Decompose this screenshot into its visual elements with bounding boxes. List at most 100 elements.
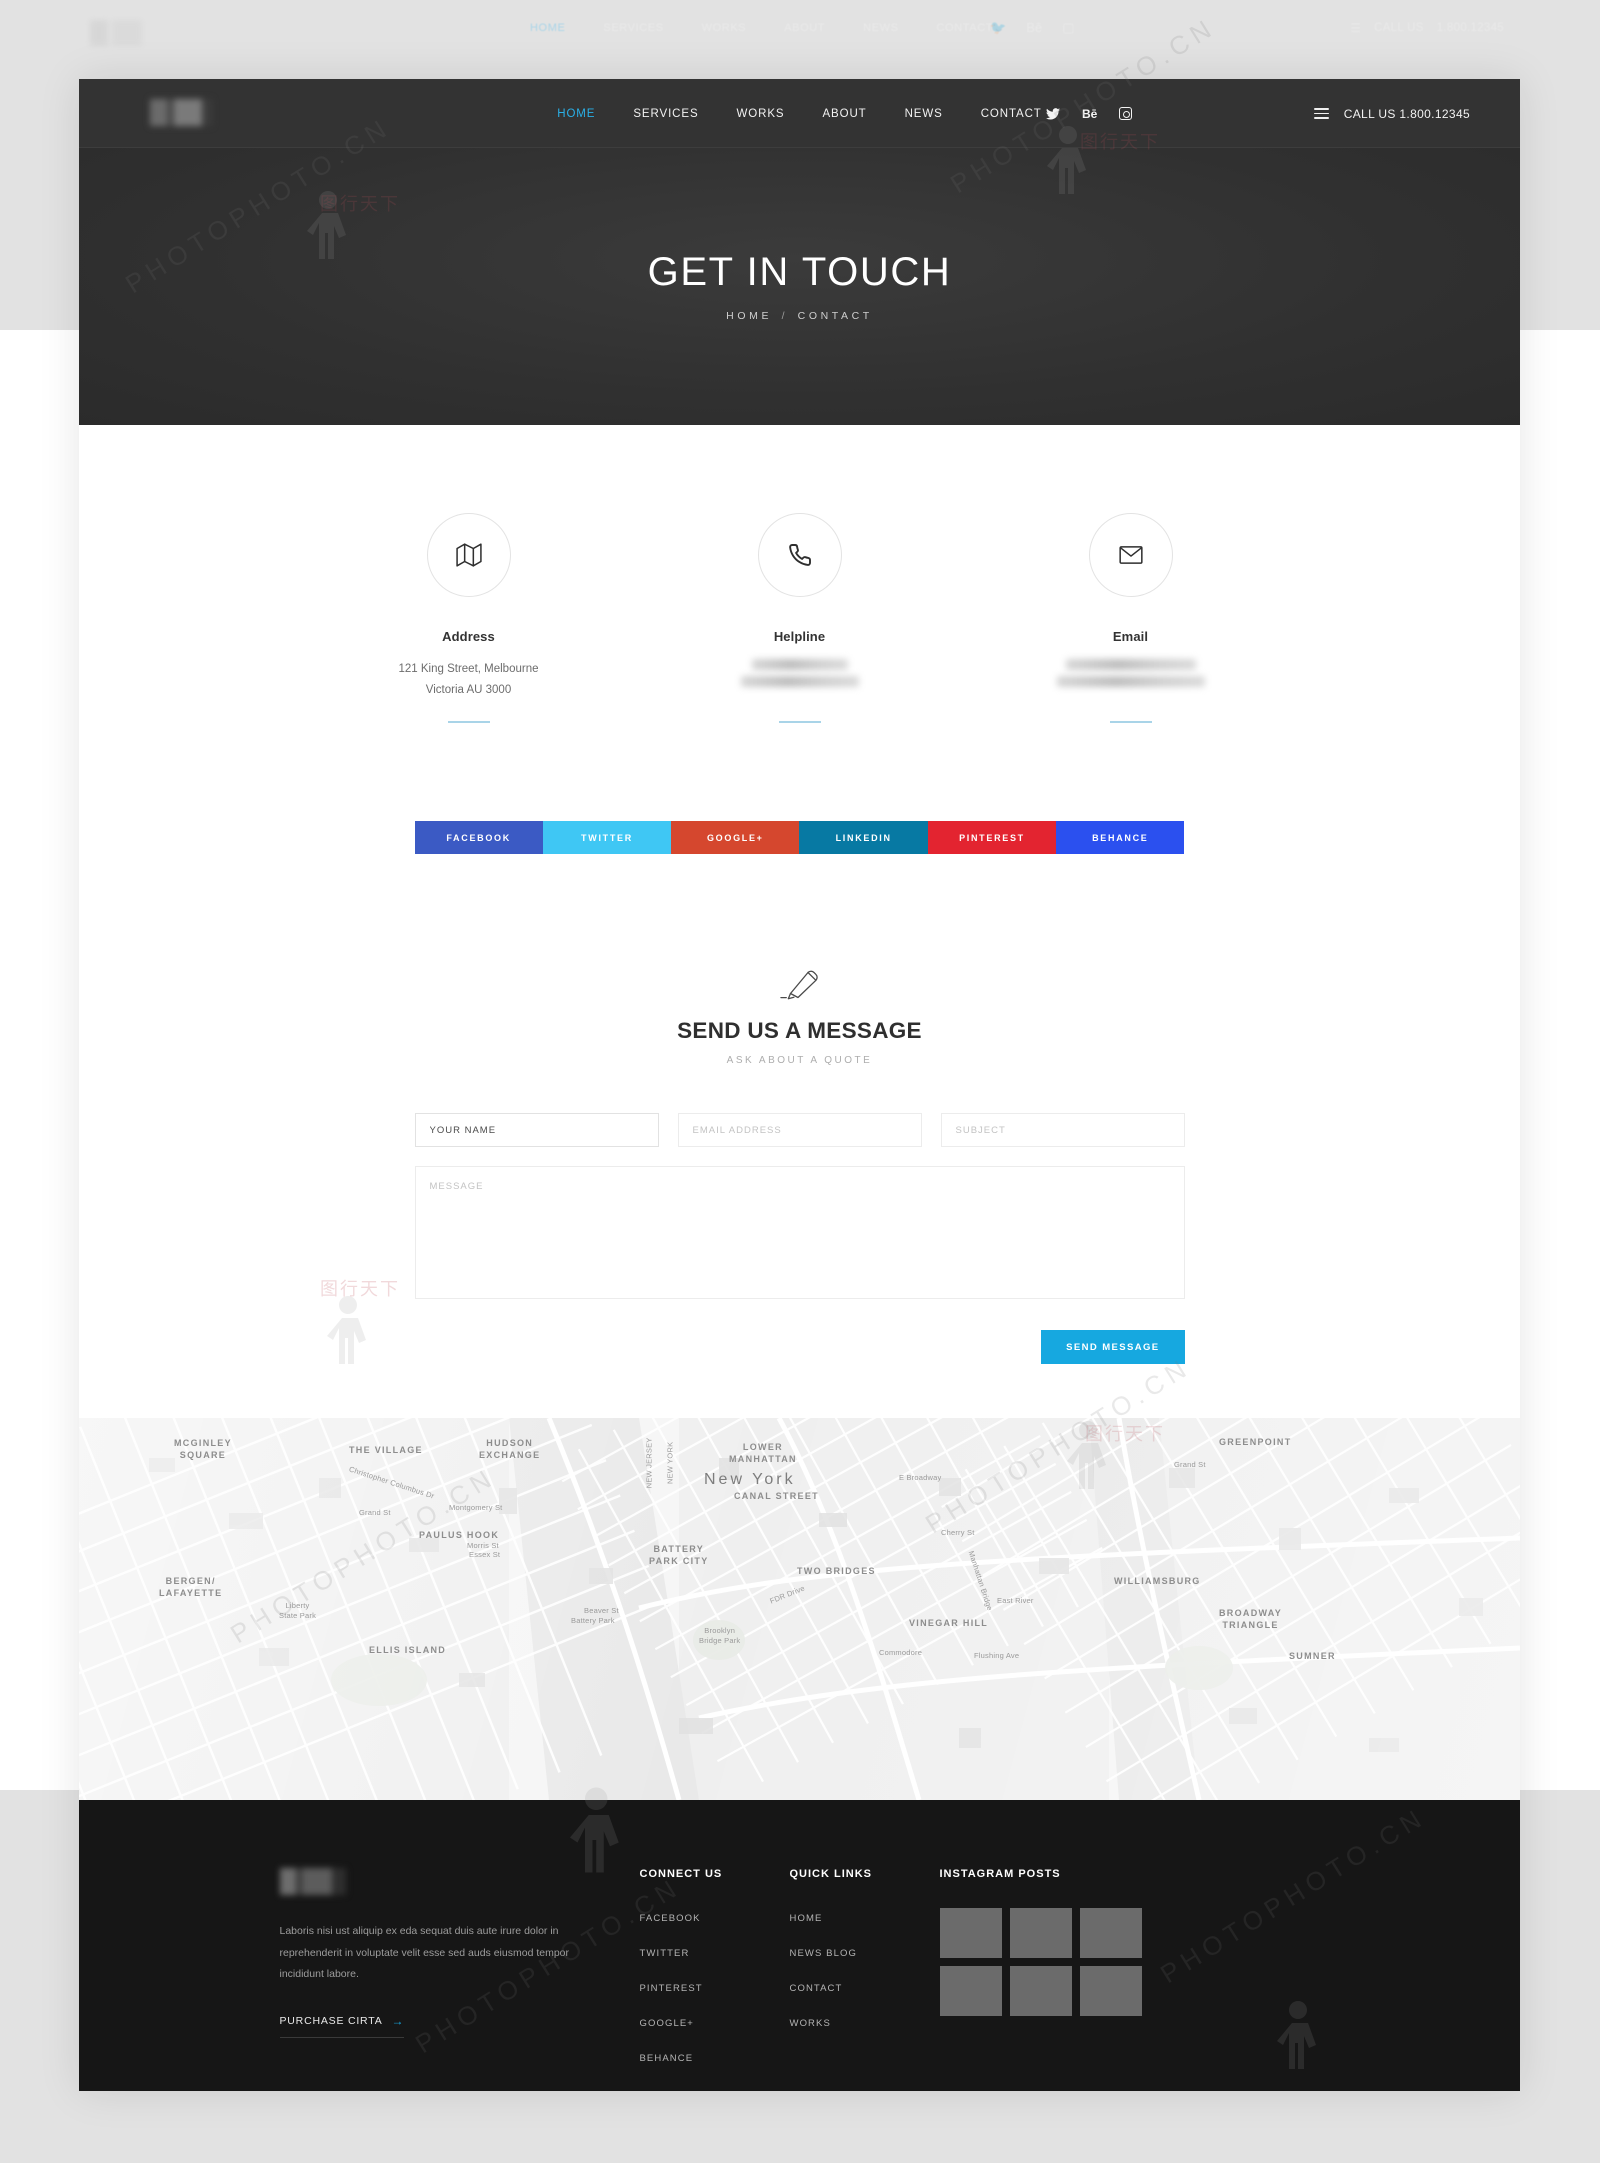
purchase-link[interactable]: PURCHASE CIRTA → [279,2014,405,2038]
list-item: GOOGLE+ [640,2013,790,2031]
map-label-brooklyn-bridge-park: Brooklyn Bridge Park [699,1626,741,1645]
card-underline [1109,721,1152,723]
site-header: HOME SERVICES WORKS ABOUT NEWS CONTACT B… [79,79,1520,148]
map-label-e-broadway: E Broadway [899,1473,942,1482]
footer-instagram-column: INSTAGRAM POSTS [939,1868,1200,2083]
map-label-williamsburg: WILLIAMSBURG [1114,1576,1201,1586]
section-title: SEND US A MESSAGE [677,1018,922,1043]
behance-icon[interactable]: Bē [1082,108,1097,120]
contact-cards: Address 121 King Street, Melbourne Victo… [79,513,1520,723]
contact-card-address: Address 121 King Street, Melbourne Victo… [369,513,569,723]
phone-icon [757,513,842,597]
map-label-battery-park-st: Battery Park [571,1616,615,1625]
footer-columns: Laboris nisi ust aliquip ex eda sequat d… [279,1868,1320,2083]
map-label-commodore: Commodore [879,1648,923,1657]
footer-link-facebook[interactable]: FACEBOOK [640,1913,701,1924]
nav-item-about[interactable]: ABOUT [803,108,885,120]
instagram-thumbnail[interactable] [1009,1908,1072,1958]
map-label-sumner: SUMNER [1289,1651,1336,1661]
map-label-battery-park: BATTERY PARK CITY [649,1544,709,1566]
name-input[interactable] [414,1113,659,1147]
social-button-googleplus[interactable]: GOOGLE+ [671,821,800,854]
footer-connect-list: FACEBOOK TWITTER PINTEREST GOOGLE+ BEHAN… [640,1908,790,2066]
contact-form: SEND MESSAGE [414,1113,1185,1364]
footer-link-behance[interactable]: BEHANCE [640,2053,694,2064]
list-item: WORKS [790,2013,940,2031]
breadcrumb-current: CONTACT [797,309,873,322]
send-message-button[interactable]: SEND MESSAGE [1041,1330,1185,1364]
footer-link-googleplus[interactable]: GOOGLE+ [640,2018,694,2029]
map-label-bergen: BERGEN/ LAFAYETTE [159,1576,223,1598]
footer-connect-column: CONNECT US FACEBOOK TWITTER PINTEREST GO… [640,1868,790,2083]
map-label-grand-st-w: Grand St [359,1508,391,1517]
address-line-1: 121 King Street, Melbourne [398,663,539,675]
instagram-thumbnail[interactable] [1079,1908,1142,1958]
breadcrumb: HOME / CONTACT [726,310,873,322]
purchase-label: PURCHASE CIRTA [279,2014,383,2027]
social-button-linkedin[interactable]: LINKEDIN [799,821,928,854]
email-input[interactable] [677,1113,922,1147]
footer-quicklinks-title: QUICK LINKS [789,1868,872,1880]
nav-item-services[interactable]: SERVICES [614,108,717,120]
contact-card-title: Email [1112,629,1149,644]
twitter-icon[interactable] [1046,107,1060,120]
card-underline [778,721,821,723]
instagram-thumbnail[interactable] [939,1966,1002,2016]
subject-input[interactable] [940,1113,1185,1147]
instagram-thumbnail-grid [939,1908,1200,2016]
footer-link-pinterest[interactable]: PINTEREST [640,1983,703,1994]
form-row-top [414,1113,1185,1147]
social-button-pinterest[interactable]: PINTEREST [927,821,1057,854]
instagram-thumbnail[interactable] [1079,1966,1142,2016]
breadcrumb-separator: / [781,309,789,322]
social-button-behance[interactable]: BEHANCE [1056,821,1185,854]
card-underline [447,721,490,723]
send-message-heading: SEND US A MESSAGE ASK ABOUT A QUOTE [79,854,1520,1066]
nav-item-news[interactable]: NEWS [886,108,962,120]
contact-card-email: Email [1031,513,1231,723]
map-label-liberty-park: Liberty State Park [279,1601,317,1620]
footer-link-works[interactable]: WORKS [790,2018,831,2029]
footer-link-contact[interactable]: CONTACT [790,1983,843,1994]
call-us-label: CALL US [1343,106,1396,121]
header-call-us[interactable]: CALL US 1.800.12345 [1313,79,1470,148]
map-label-montgomery-st: Montgomery St [449,1503,503,1512]
contact-card-value: 121 King Street, Melbourne Victoria AU 3… [369,659,569,703]
site-footer: Laboris nisi ust aliquip ex eda sequat d… [79,1800,1520,2091]
instagram-icon[interactable] [1119,107,1133,120]
mockup-canvas: HOME SERVICES WORKS ABOUT NEWS CONTACT 🐦… [0,0,1600,2163]
header-social-links: Bē [1046,79,1133,148]
hamburger-icon[interactable] [1313,107,1329,120]
contact-card-helpline: Helpline [700,513,900,723]
footer-link-newsblog[interactable]: NEWS BLOG [790,1948,857,1959]
footer-logo[interactable] [279,1868,346,1895]
map-label-cherry-st: Cherry St [941,1528,975,1537]
social-button-facebook[interactable]: FACEBOOK [414,821,543,854]
footer-about-column: Laboris nisi ust aliquip ex eda sequat d… [279,1868,640,2083]
breadcrumb-home[interactable]: HOME [726,310,772,322]
page-title: GET IN TOUCH [647,249,952,294]
page-hero: GET IN TOUCH HOME / CONTACT [79,148,1520,425]
footer-connect-title: CONNECT US [639,1868,723,1880]
footer-about-text: Laboris nisi ust aliquip ex eda sequat d… [279,1925,570,1981]
map-label-ellis-island: ELLIS ISLAND [369,1645,447,1655]
map-label-east-river: East River [997,1596,1034,1605]
contact-card-title: Address [442,629,495,644]
social-button-twitter[interactable]: TWITTER [542,821,672,854]
map-label-flushing-ave: Flushing Ave [974,1651,1020,1660]
message-textarea[interactable] [414,1166,1185,1299]
map-label-paulus-hook: PAULUS HOOK [419,1530,500,1540]
location-map[interactable]: MCGINLEY SQUARE THE VILLAGE HUDSON EXCHA… [79,1418,1520,1800]
map-label-lower-manhattan: LOWER MANHATTAN [729,1442,797,1464]
footer-link-home[interactable]: HOME [790,1913,823,1924]
footer-link-twitter[interactable]: TWITTER [640,1948,690,1959]
list-item: CONTACT [790,1978,940,1996]
contact-card-value-redacted [1031,659,1231,703]
map-label-greenpoint: GREENPOINT [1219,1437,1292,1447]
instagram-thumbnail[interactable] [1009,1966,1072,2016]
instagram-thumbnail[interactable] [939,1908,1002,1958]
nav-item-home[interactable]: HOME [538,108,614,120]
nav-item-works[interactable]: WORKS [718,108,804,120]
footer-instagram-title: INSTAGRAM POSTS [939,1868,1061,1880]
map-label-two-bridges: TWO BRIDGES [797,1566,876,1576]
